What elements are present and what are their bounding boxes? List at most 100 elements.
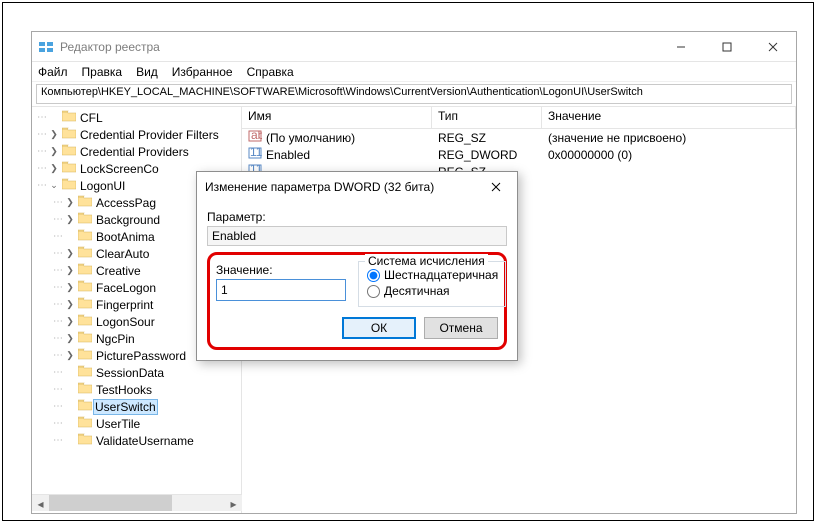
value-type-icon: 110 (248, 146, 262, 163)
expander-icon[interactable]: ⌄ (48, 180, 60, 192)
list-row[interactable]: ab(По умолчанию)REG_SZ(значение не присв… (242, 129, 796, 146)
tree-label: LogonUI (78, 179, 127, 193)
value-data: (значение не присвоено) (542, 131, 796, 145)
tree-label: PicturePassword (94, 349, 188, 363)
maximize-button[interactable] (704, 32, 750, 62)
menu-edit[interactable]: Правка (82, 65, 123, 79)
value-label: Значение: (216, 263, 346, 277)
dialog-titlebar[interactable]: Изменение параметра DWORD (32 бита) (197, 172, 517, 202)
expander-icon[interactable]: ❯ (48, 163, 60, 175)
tree-label: CFL (78, 111, 105, 125)
radio-hex[interactable]: Шестнадцатеричная (367, 268, 497, 282)
expander-icon[interactable]: ❯ (64, 299, 76, 311)
ok-button[interactable]: ОК (342, 317, 416, 339)
tree-node[interactable]: ⋯ UserTile (52, 415, 241, 432)
value-name: Enabled (266, 148, 310, 162)
cancel-button[interactable]: Отмена (424, 317, 498, 339)
tree-label: UserTile (94, 417, 142, 431)
tree-node[interactable]: ⋯ SessionData (52, 364, 241, 381)
tree-label: LogonSour (94, 315, 157, 329)
expander-icon[interactable]: ❯ (64, 214, 76, 226)
expander-icon[interactable]: ❯ (64, 197, 76, 209)
menu-view[interactable]: Вид (136, 65, 158, 79)
menubar: Файл Правка Вид Избранное Справка (32, 62, 796, 82)
tree-label: Background (94, 213, 162, 227)
folder-icon (78, 246, 92, 261)
expander-icon[interactable]: ❯ (64, 350, 76, 362)
tree-label: Credential Providers (78, 145, 191, 159)
tree-node[interactable]: ⋯ UserSwitch (52, 398, 241, 415)
expander-icon[interactable] (64, 418, 76, 430)
tree-node[interactable]: ⋯ TestHooks (52, 381, 241, 398)
tree-label: ClearAuto (94, 247, 151, 261)
close-button[interactable] (750, 32, 796, 62)
col-header-type[interactable]: Тип (432, 107, 542, 128)
expander-icon[interactable]: ❯ (64, 333, 76, 345)
menu-favorites[interactable]: Избранное (172, 65, 233, 79)
value-type: REG_DWORD (432, 148, 542, 162)
expander-icon[interactable] (64, 401, 76, 413)
expander-icon[interactable]: ❯ (64, 282, 76, 294)
window-title: Редактор реестра (60, 40, 658, 54)
expander-icon[interactable] (64, 231, 76, 243)
expander-icon[interactable]: ❯ (48, 129, 60, 141)
titlebar[interactable]: Редактор реестра (32, 32, 796, 62)
scrollbar-thumb[interactable] (49, 495, 172, 511)
tree-node[interactable]: ⋯❯Credential Providers (36, 143, 241, 160)
radio-dec-label: Десятичная (384, 284, 450, 298)
folder-icon (78, 297, 92, 312)
minimize-button[interactable] (658, 32, 704, 62)
expander-icon[interactable] (48, 112, 60, 124)
base-group: Система исчисления Шестнадцатеричная Дес… (358, 261, 506, 307)
address-bar[interactable]: Компьютер\HKEY_LOCAL_MACHINE\SOFTWARE\Mi… (36, 84, 792, 104)
folder-icon (78, 280, 92, 295)
scroll-right-icon[interactable]: ▸ (225, 495, 242, 512)
tree-label: UserSwitch (93, 399, 158, 415)
scroll-left-icon[interactable]: ◂ (32, 495, 49, 512)
radio-hex-label: Шестнадцатеричная (384, 268, 498, 282)
value-name: (По умолчанию) (266, 131, 355, 145)
value-input[interactable] (216, 279, 346, 301)
folder-icon (78, 365, 92, 380)
menu-file[interactable]: Файл (38, 65, 68, 79)
expander-icon[interactable]: ❯ (48, 146, 60, 158)
folder-icon (78, 263, 92, 278)
folder-icon (78, 382, 92, 397)
folder-icon (78, 348, 92, 363)
folder-icon (78, 314, 92, 329)
expander-icon[interactable]: ❯ (64, 316, 76, 328)
col-header-value[interactable]: Значение (542, 107, 796, 128)
expander-icon[interactable] (64, 384, 76, 396)
folder-icon (78, 433, 92, 448)
expander-icon[interactable]: ❯ (64, 265, 76, 277)
highlight-annotation: Значение: Система исчисления Шестнадцате… (207, 252, 507, 350)
radio-dec[interactable]: Десятичная (367, 284, 497, 298)
base-label: Система исчисления (365, 254, 488, 268)
param-field: Enabled (207, 226, 507, 246)
dialog-close-button[interactable] (479, 175, 513, 199)
radio-dec-input[interactable] (367, 285, 380, 298)
tree-node[interactable]: ⋯ CFL (36, 109, 241, 126)
radio-hex-input[interactable] (367, 269, 380, 282)
folder-icon (78, 399, 92, 414)
expander-icon[interactable] (64, 435, 76, 447)
folder-icon (78, 229, 92, 244)
horizontal-scrollbar[interactable]: ◂ ▸ (32, 494, 242, 511)
tree-label: BootAnima (94, 230, 157, 244)
expander-icon[interactable]: ❯ (64, 248, 76, 260)
svg-text:110: 110 (250, 146, 262, 159)
col-header-name[interactable]: Имя (242, 107, 432, 128)
tree-label: Fingerprint (94, 298, 155, 312)
dword-edit-dialog: Изменение параметра DWORD (32 бита) Пара… (196, 171, 518, 361)
expander-icon[interactable] (64, 367, 76, 379)
tree-label: AccessPag (94, 196, 158, 210)
tree-label: Creative (94, 264, 143, 278)
svg-text:ab: ab (251, 129, 262, 142)
tree-node[interactable]: ⋯ ValidateUsername (52, 432, 241, 449)
folder-icon (62, 161, 76, 176)
value-type-icon: ab (248, 129, 262, 146)
dialog-title: Изменение параметра DWORD (32 бита) (205, 180, 479, 194)
menu-help[interactable]: Справка (247, 65, 294, 79)
tree-node[interactable]: ⋯❯Credential Provider Filters (36, 126, 241, 143)
list-row[interactable]: 110EnabledREG_DWORD0x00000000 (0) (242, 146, 796, 163)
